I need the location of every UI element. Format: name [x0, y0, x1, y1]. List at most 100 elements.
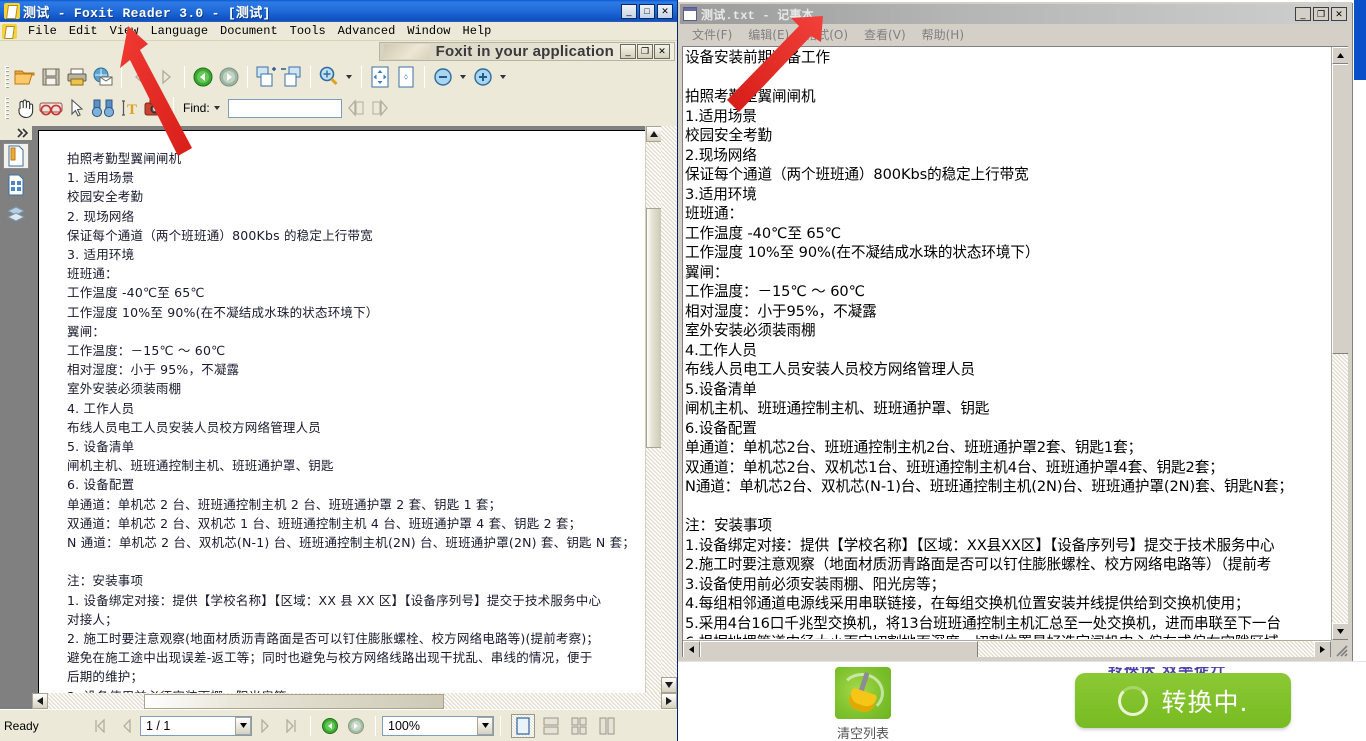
fit-width-icon[interactable]	[393, 64, 419, 90]
foxit-title-bar[interactable]: 测试 - Foxit Reader 3.0 - [测试] _ □ ✕	[0, 0, 677, 22]
foxit-minimize-button[interactable]: _	[621, 4, 637, 19]
notepad-vscroll-thumb[interactable]	[1332, 64, 1348, 354]
notepad-text-content[interactable]: 设备安装前期准备工作拍照考勤型翼闸闸机1.适用场景校园安全考勤2.现场网络保证每…	[685, 48, 1330, 639]
notepad-minimize-button[interactable]: _	[1295, 7, 1311, 21]
pdf-scroll-left-button[interactable]	[32, 693, 48, 709]
menu-item-document[interactable]: Document	[214, 23, 284, 39]
select-text-tool-icon[interactable]: T	[116, 95, 142, 121]
save-icon[interactable]	[38, 64, 64, 90]
notepad-text-line[interactable]	[685, 68, 1330, 88]
snapshot-camera-icon[interactable]	[142, 95, 168, 121]
menu-item-edit[interactable]: Edit	[63, 23, 104, 39]
notepad-menu-help[interactable]: 帮助(H)	[914, 26, 972, 43]
page-number-combo[interactable]: 1 / 1	[140, 716, 252, 736]
delete-page-icon[interactable]	[279, 64, 305, 90]
find-input[interactable]	[228, 99, 342, 118]
notepad-vertical-scrollbar[interactable]	[1331, 47, 1348, 640]
notepad-scroll-down-button[interactable]	[1332, 623, 1348, 640]
notepad-text-line[interactable]: 设备安装前期准备工作	[685, 48, 1330, 68]
notepad-text-line[interactable]: 1.适用场景	[685, 107, 1330, 127]
notepad-text-line[interactable]: 2.现场网络	[685, 146, 1330, 166]
pdf-scroll-thumb[interactable]	[646, 208, 662, 448]
notepad-scroll-right-button[interactable]	[1314, 641, 1331, 658]
zoom-level-dropdown[interactable]	[477, 717, 493, 735]
menu-item-view[interactable]: View	[104, 23, 145, 39]
notepad-title-bar[interactable]: 测试.txt - 记事本 _ ❐ ✕	[680, 4, 1350, 24]
menu-item-language[interactable]: Language	[144, 23, 214, 39]
notepad-text-line[interactable]: 室外安装必须装雨棚	[685, 321, 1330, 341]
notepad-menu-view[interactable]: 查看(V)	[856, 26, 914, 43]
navigation-pane-expand[interactable]	[0, 126, 32, 140]
pages-panel-icon[interactable]	[3, 172, 29, 198]
notepad-text-line[interactable]: 班班通：	[685, 204, 1330, 224]
notepad-resize-grip[interactable]	[1331, 640, 1348, 657]
bookmarks-panel-icon[interactable]	[3, 143, 29, 169]
read-mode-glasses-icon[interactable]	[38, 95, 64, 121]
notepad-text-line[interactable]: 4.每组相邻通道电源线采用串联链接，在每组交换机位置安装并线提供给到交换机使用；	[685, 594, 1330, 614]
zoom-in-dropdown[interactable]	[496, 64, 510, 90]
hand-tool-icon[interactable]	[12, 95, 38, 121]
foxit-outer-vertical-scrollbar[interactable]	[661, 126, 677, 709]
toolbar-grip-2[interactable]	[5, 97, 9, 119]
email-icon[interactable]	[90, 64, 116, 90]
zoom-level-combo[interactable]: 100%	[382, 716, 494, 736]
pdf-vertical-scrollbar[interactable]	[645, 126, 661, 709]
clear-list-button[interactable]: 清空列表	[808, 667, 918, 741]
notepad-text-line[interactable]: 闸机主机、班班通控制主机、班班通护罩、钥匙	[685, 399, 1330, 419]
find-dropdown[interactable]	[210, 95, 224, 121]
zoom-tool-dropdown[interactable]	[342, 64, 356, 90]
notepad-scroll-up-button[interactable]	[1332, 47, 1348, 64]
notepad-text-line[interactable]: 相对湿度：小于95%，不凝露	[685, 302, 1330, 322]
notepad-text-line[interactable]: 单通道：单机芯2台、班班通控制主机2台、班班通护罩2套、钥匙1套；	[685, 438, 1330, 458]
notepad-text-line[interactable]: 6.根据地埋管道内径大小而定切割地面深度，切割位置最好选定闸机中心偏左或偏右空隙…	[685, 633, 1330, 639]
notepad-text-line[interactable]: 5.采用4台16口千兆型交换机，将13台班班通控制主机汇总至一处交换机，进而串联…	[685, 614, 1330, 634]
zoom-in-icon[interactable]	[470, 64, 496, 90]
menu-item-help[interactable]: Help	[457, 23, 498, 39]
go-back-icon[interactable]	[190, 64, 216, 90]
notepad-maximize-button[interactable]: ❐	[1313, 7, 1329, 21]
select-tool-icon[interactable]	[64, 95, 90, 121]
notepad-text-area[interactable]: 设备安装前期准备工作拍照考勤型翼闸闸机1.适用场景校园安全考勤2.现场网络保证每…	[682, 46, 1348, 657]
notepad-text-line[interactable]: 5.设备清单	[685, 380, 1330, 400]
notepad-close-button[interactable]: ✕	[1331, 7, 1347, 21]
insert-page-icon[interactable]	[253, 64, 279, 90]
zoom-out-dropdown[interactable]	[456, 64, 470, 90]
notepad-text-line[interactable]	[685, 497, 1330, 517]
facing-layout-icon[interactable]	[567, 714, 591, 738]
notepad-text-line[interactable]: 布线人员电工人员安装人员校方网络管理人员	[685, 360, 1330, 380]
convert-button[interactable]: 转换中.	[1075, 673, 1291, 728]
continuous-facing-layout-icon[interactable]	[595, 714, 619, 738]
mdi-restore-button[interactable]: ❐	[637, 44, 653, 59]
menu-item-tools[interactable]: Tools	[284, 23, 332, 39]
open-icon[interactable]	[12, 64, 38, 90]
foxit-outer-scroll-down[interactable]	[661, 677, 677, 693]
menu-item-file[interactable]: File	[22, 23, 63, 39]
notepad-text-line[interactable]: 3.适用环境	[685, 185, 1330, 205]
foxit-maximize-button[interactable]: □	[639, 4, 655, 19]
notepad-menu-format[interactable]: 格式(O)	[797, 26, 856, 43]
notepad-scroll-left-button[interactable]	[683, 641, 700, 658]
fit-page-icon[interactable]	[367, 64, 393, 90]
notepad-text-line[interactable]: 2.施工时要注意观察（地面材质沥青路面是否可以钉住膨胀螺栓、校方网络电路等）（提…	[685, 555, 1330, 575]
foxit-outer-scroll-right[interactable]	[661, 693, 677, 709]
mdi-minimize-button[interactable]: _	[620, 44, 636, 59]
layers-panel-icon[interactable]	[3, 201, 29, 227]
notepad-text-line[interactable]: 校园安全考勤	[685, 126, 1330, 146]
notepad-text-line[interactable]: 工作温度：－15℃ ～ 60℃	[685, 282, 1330, 302]
mdi-close-button[interactable]: ✕	[654, 44, 670, 59]
notepad-menu-edit[interactable]: 编辑(E)	[740, 26, 797, 43]
notepad-text-line[interactable]: 1.设备绑定对接：提供【学校名称】【区域：XX县XX区】【设备序列号】提交于技术…	[685, 536, 1330, 556]
notepad-horizontal-scrollbar[interactable]	[683, 640, 1331, 657]
zoom-tool-icon[interactable]	[316, 64, 342, 90]
notepad-text-line[interactable]: 翼闸：	[685, 263, 1330, 283]
zoom-out-icon[interactable]	[430, 64, 456, 90]
rotate-left-icon[interactable]	[317, 714, 343, 738]
notepad-text-line[interactable]: 4.工作人员	[685, 341, 1330, 361]
toolbar-grip[interactable]	[5, 66, 9, 88]
page-number-dropdown[interactable]	[235, 717, 251, 735]
notepad-text-line[interactable]: 拍照考勤型翼闸闸机	[685, 87, 1330, 107]
single-page-layout-icon[interactable]	[511, 714, 535, 738]
notepad-text-line[interactable]: 6.设备配置	[685, 419, 1330, 439]
continuous-layout-icon[interactable]	[539, 714, 563, 738]
pdf-scroll-up-button[interactable]	[646, 126, 662, 142]
